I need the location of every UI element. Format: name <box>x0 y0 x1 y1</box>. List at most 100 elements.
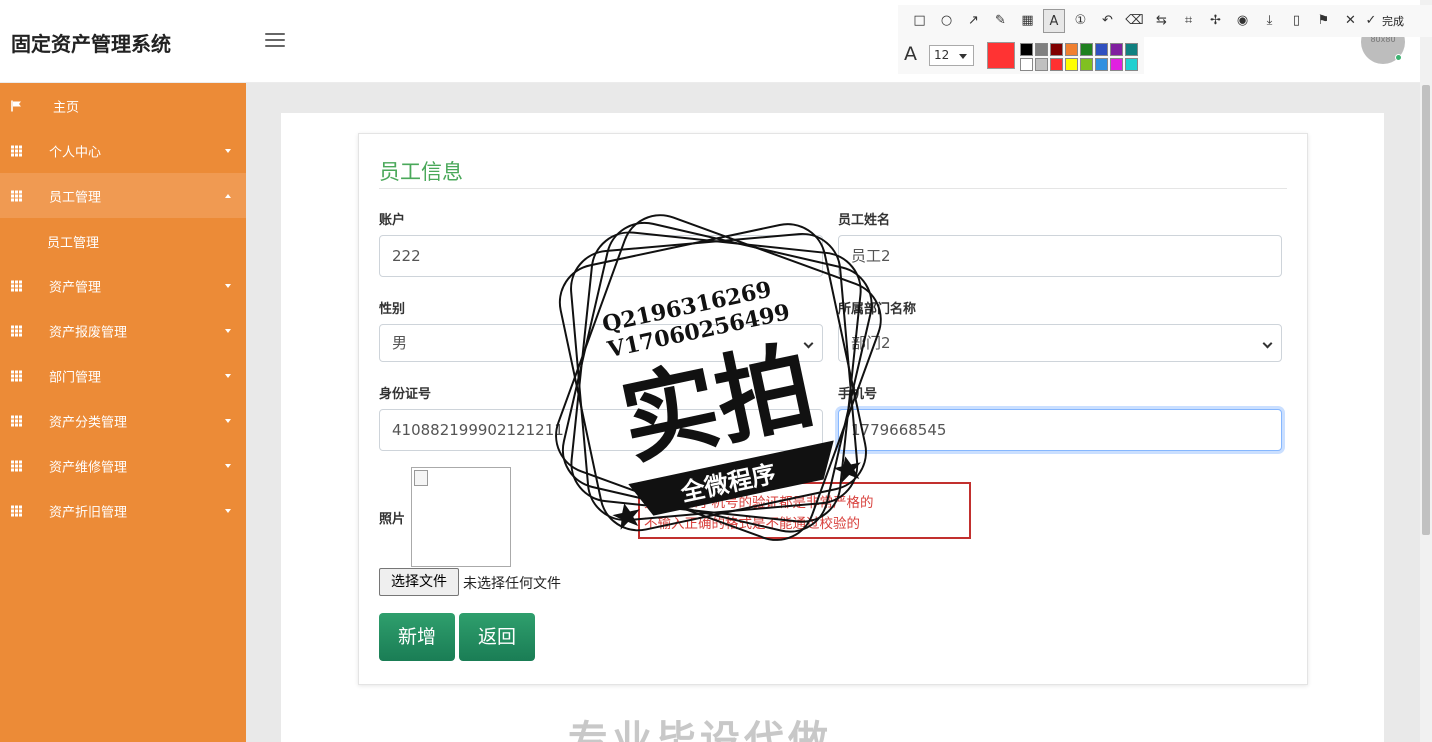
choose-file-button[interactable]: 选择文件 <box>379 568 459 596</box>
download-icon[interactable]: ⤓ <box>1256 9 1283 33</box>
color-swatch[interactable] <box>1125 43 1138 56</box>
file-status-text: 未选择任何文件 <box>463 576 561 592</box>
sidebar-item-label: 资产报废管理 <box>49 325 128 340</box>
sidebar-item-asset-repair[interactable]: 资产维修管理 <box>0 443 246 488</box>
chevron-down-icon <box>959 54 967 59</box>
page-scrollbar[interactable] <box>1420 0 1432 742</box>
chevron-down-icon <box>1262 338 1273 349</box>
sidebar-item-asset-management[interactable]: 资产管理 <box>0 263 246 308</box>
sidebar-item-label: 部门管理 <box>49 370 102 385</box>
check-icon[interactable]: ✓ <box>1364 9 1378 33</box>
color-swatch[interactable] <box>1020 43 1033 56</box>
id-card-input[interactable]: 410882199902121211 <box>379 409 823 451</box>
long-screenshot-icon[interactable]: ▯ <box>1283 9 1310 33</box>
phone-input[interactable]: 1779668545 <box>838 409 1282 451</box>
done-button[interactable]: 完成 <box>1382 13 1404 29</box>
eraser-icon[interactable]: ⌫ <box>1121 9 1148 33</box>
color-swatch[interactable] <box>1080 58 1093 71</box>
font-size-select[interactable]: 12 <box>929 45 974 66</box>
gender-label: 性别 <box>379 302 406 317</box>
chevron-down-icon <box>225 373 231 378</box>
photo-preview <box>411 467 511 567</box>
app-title: 固定资产管理系统 <box>11 32 171 56</box>
grid-icon <box>11 370 23 381</box>
sidebar-item-employee-management[interactable]: 员工管理 <box>0 173 246 218</box>
phone-label: 手机号 <box>838 387 878 402</box>
color-swatch[interactable] <box>1035 58 1048 71</box>
sidebar-item-asset-category[interactable]: 资产分类管理 <box>0 398 246 443</box>
sidebar-subitem-employee-management[interactable]: 员工管理 <box>0 218 246 263</box>
online-status-dot <box>1395 54 1402 61</box>
sidebar-item-label: 资产维修管理 <box>49 460 128 475</box>
id-card-label: 身份证号 <box>379 387 432 402</box>
translate-icon[interactable]: ⇆ <box>1148 9 1175 33</box>
color-swatch[interactable] <box>1020 58 1033 71</box>
department-select[interactable]: 部门2 <box>838 324 1282 362</box>
sidebar-item-personal-center[interactable]: 个人中心 <box>0 128 246 173</box>
annotation-line-1: 身份证和手机号的验证都是非常严格的 <box>644 495 874 511</box>
close-icon[interactable]: ✕ <box>1337 9 1364 33</box>
sidebar: 主页 个人中心 员工管理 员工管理 资产管理 资产报废管理 部门管理 资产分类管… <box>0 83 246 742</box>
annotation-line-2: 不输入正确的格式是不能通过校验的 <box>644 516 860 532</box>
back-button[interactable]: 返回 <box>459 613 535 661</box>
color-swatch[interactable] <box>1095 43 1108 56</box>
screenshot-toolbar: □ ○ ↗ ✎ ▦ A ① ↶ ⌫ ⇆ ⌗ ✢ ◉ ⤓ ▯ ⚑ ✕ ✓ 完成 <box>898 5 1432 37</box>
color-swatch[interactable] <box>1035 43 1048 56</box>
employee-name-label: 员工姓名 <box>838 213 891 228</box>
record-icon[interactable]: ◉ <box>1229 9 1256 33</box>
grid-icon <box>11 280 23 291</box>
text-style-toolbar: A 12 <box>898 37 1144 74</box>
color-swatch[interactable] <box>1110 43 1123 56</box>
form-title: 员工信息 <box>379 160 463 184</box>
text-tool-icon[interactable]: A <box>1043 9 1065 33</box>
arrow-tool-icon[interactable]: ↗ <box>960 9 987 33</box>
sidebar-item-label: 主页 <box>53 100 80 115</box>
pin-icon[interactable]: ✢ <box>1202 9 1229 33</box>
color-swatch[interactable] <box>1080 43 1093 56</box>
color-swatch[interactable] <box>1065 43 1078 56</box>
sidebar-subitem-label: 员工管理 <box>47 236 100 251</box>
color-swatch[interactable] <box>1065 58 1078 71</box>
grid-icon <box>11 415 23 426</box>
bottom-watermark-text: 专业毕设代做 <box>568 718 832 742</box>
bookmark-icon[interactable]: ⚑ <box>1310 9 1337 33</box>
scrollbar-thumb[interactable] <box>1422 85 1430 535</box>
pen-tool-icon[interactable]: ✎ <box>987 9 1014 33</box>
employee-form-card: 员工信息 账户 222 员工姓名 员工2 性别 男 所属部门名称 部门2 身份证… <box>358 133 1308 685</box>
sidebar-item-home[interactable]: 主页 <box>0 83 246 128</box>
sidebar-item-asset-scrap[interactable]: 资产报废管理 <box>0 308 246 353</box>
chevron-down-icon <box>225 463 231 468</box>
ocr-icon[interactable]: ⌗ <box>1175 9 1202 33</box>
number-tool-icon[interactable]: ① <box>1067 9 1094 33</box>
chevron-down-icon <box>225 283 231 288</box>
mosaic-tool-icon[interactable]: ▦ <box>1014 9 1041 33</box>
undo-icon[interactable]: ↶ <box>1094 9 1121 33</box>
menu-toggle-icon[interactable] <box>265 33 285 49</box>
chevron-down-icon <box>803 338 814 349</box>
color-palette <box>1019 42 1139 72</box>
photo-label: 照片 <box>379 512 406 527</box>
chevron-up-icon <box>225 193 231 198</box>
sidebar-item-department[interactable]: 部门管理 <box>0 353 246 398</box>
color-swatch[interactable] <box>1050 43 1063 56</box>
sidebar-item-label: 资产管理 <box>49 280 102 295</box>
ellipse-tool-icon[interactable]: ○ <box>933 9 960 33</box>
account-input[interactable]: 222 <box>379 235 823 277</box>
employee-name-input[interactable]: 员工2 <box>838 235 1282 277</box>
account-label: 账户 <box>379 213 406 228</box>
divider <box>379 188 1287 189</box>
gender-select[interactable]: 男 <box>379 324 823 362</box>
color-swatch[interactable] <box>1110 58 1123 71</box>
sidebar-item-label: 资产折旧管理 <box>49 505 128 520</box>
color-swatch[interactable] <box>1125 58 1138 71</box>
rectangle-tool-icon[interactable]: □ <box>906 9 933 33</box>
color-swatch[interactable] <box>1050 58 1063 71</box>
chevron-down-icon <box>225 418 231 423</box>
current-color-swatch[interactable] <box>987 42 1015 69</box>
font-icon: A <box>904 43 917 65</box>
sidebar-item-asset-depreciation[interactable]: 资产折旧管理 <box>0 488 246 533</box>
color-swatch[interactable] <box>1095 58 1108 71</box>
grid-icon <box>11 460 23 471</box>
annotation-textbox[interactable]: 身份证和手机号的验证都是非常严格的 不输入正确的格式是不能通过校验的 <box>638 482 971 539</box>
add-button[interactable]: 新增 <box>379 613 455 661</box>
